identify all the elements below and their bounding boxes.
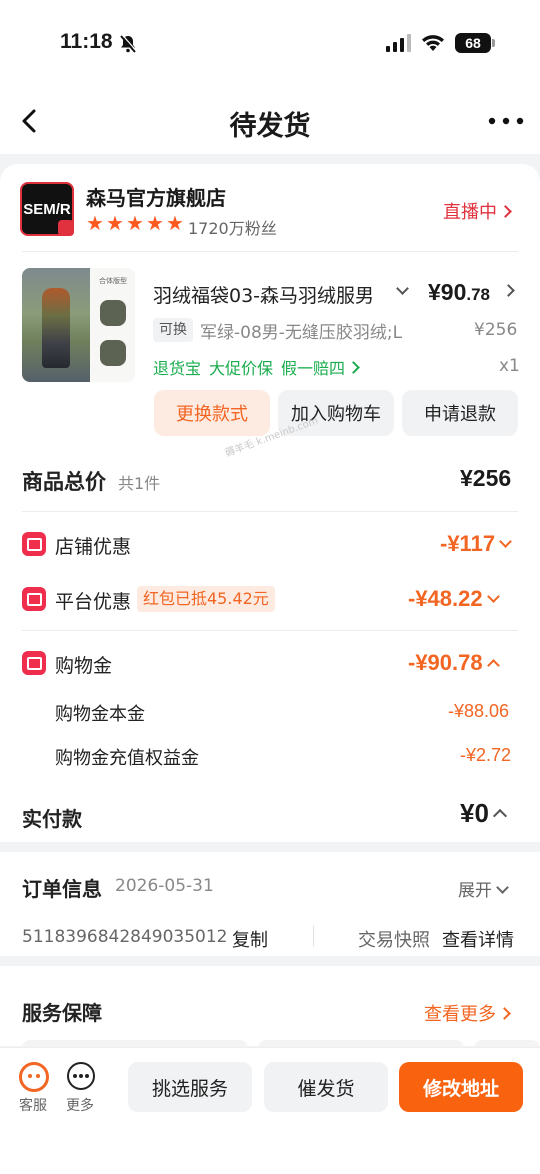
shop-logo[interactable]: SEM/R xyxy=(20,182,74,236)
original-price: ¥256 xyxy=(474,320,518,340)
paid-value[interactable]: ¥0 xyxy=(460,798,507,829)
order-card xyxy=(0,164,540,842)
divider xyxy=(22,251,518,252)
more-label[interactable]: 更多 xyxy=(66,1095,94,1115)
product-price: ¥90.78 xyxy=(428,279,491,305)
signal-icon xyxy=(386,34,411,52)
platform-discount-label: 平台优惠 xyxy=(55,591,132,613)
chevron-down-icon xyxy=(499,534,512,548)
snapshot-link[interactable]: 交易快照 xyxy=(358,926,430,952)
customer-service-icon[interactable] xyxy=(19,1062,49,1092)
shop-discount-icon xyxy=(22,532,46,556)
request-refund-button[interactable]: 申请退款 xyxy=(402,390,518,436)
product-spec: 军绿-08男-无缝压胶羽绒;L xyxy=(200,323,403,343)
shopping-money-value[interactable]: -¥90.78 xyxy=(408,650,500,676)
chevron-right-icon xyxy=(499,204,512,218)
product-image[interactable]: 合体版型 xyxy=(22,268,135,382)
status-time: 11:18 xyxy=(60,30,113,53)
principal-value: -¥88.06 xyxy=(448,701,510,721)
total-label: 商品总价 xyxy=(22,470,106,494)
customer-service-label[interactable]: 客服 xyxy=(19,1095,47,1115)
total-count: 共1件 xyxy=(118,474,161,493)
chevron-right-icon xyxy=(498,1006,511,1020)
star-icon: ★ xyxy=(106,211,124,235)
order-date: 2026-05-31 xyxy=(115,876,214,896)
change-style-button[interactable]: 更换款式 xyxy=(154,390,270,436)
view-detail-link[interactable]: 查看详情 xyxy=(442,926,514,952)
expand-link[interactable]: 展开 xyxy=(458,876,509,901)
order-info-label: 订单信息 xyxy=(22,877,102,901)
paid-label: 实付款 xyxy=(22,807,82,831)
nav-bar: 待发货 xyxy=(0,88,540,154)
chevron-up-icon xyxy=(492,809,507,824)
shop-name[interactable]: 森马官方旗舰店 xyxy=(86,182,226,211)
live-link[interactable]: 直播中 xyxy=(443,198,512,224)
shop-discount-value[interactable]: -¥117 xyxy=(440,531,512,557)
shop-rating: ★ ★ ★ ★ ★ xyxy=(86,213,186,233)
divider xyxy=(22,630,518,631)
chevron-up-icon xyxy=(486,658,500,672)
bonus-label: 购物金充值权益金 xyxy=(55,748,199,769)
chevron-down-icon xyxy=(486,589,500,603)
page-title: 待发货 xyxy=(229,111,311,142)
bonus-value: -¥2.72 xyxy=(460,745,512,765)
tag-fake-compensation: 假一赔四 xyxy=(281,359,346,378)
tag-price-protect: 大促价保 xyxy=(209,359,274,378)
chevron-right-icon xyxy=(347,361,360,374)
platform-discount-icon xyxy=(22,587,46,611)
shop-fans: 1720万粉丝 xyxy=(188,219,277,238)
wifi-icon xyxy=(422,35,444,51)
exchange-tag: 可换 xyxy=(153,318,193,342)
bell-muted-icon xyxy=(120,34,137,53)
product-quantity: x1 xyxy=(499,356,520,376)
shopping-money-icon xyxy=(22,651,46,675)
star-icon: ★ xyxy=(146,211,164,235)
service-label: 服务保障 xyxy=(22,1001,102,1025)
more-icon[interactable] xyxy=(67,1062,95,1090)
shop-discount-label: 店铺优惠 xyxy=(55,536,132,558)
urge-shipping-button[interactable]: 催发货 xyxy=(264,1062,388,1112)
product-title[interactable]: 羽绒福袋03-森马羽绒服男 xyxy=(153,281,385,308)
copy-button[interactable]: 复制 xyxy=(232,926,268,952)
tag-return: 退货宝 xyxy=(153,359,202,378)
star-icon: ★ xyxy=(166,211,184,235)
total-value: ¥256 xyxy=(460,465,512,491)
pick-service-button[interactable]: 挑选服务 xyxy=(128,1062,252,1112)
shopping-money-label: 购物金 xyxy=(55,655,113,677)
service-tags[interactable]: 退货宝 大促价保 假一赔四 xyxy=(153,355,366,379)
divider xyxy=(22,511,518,512)
more-options-icon[interactable] xyxy=(486,110,526,132)
battery-indicator: 68 xyxy=(455,33,495,53)
live-badge-icon xyxy=(58,220,74,236)
divider xyxy=(313,926,314,946)
change-address-button[interactable]: 修改地址 xyxy=(399,1062,523,1112)
view-more-link[interactable]: 查看更多 xyxy=(424,1000,511,1026)
redpack-badge: 红包已抵45.42元 xyxy=(137,586,275,612)
star-icon: ★ xyxy=(86,211,104,235)
platform-discount-value[interactable]: -¥48.22 xyxy=(408,586,500,612)
chevron-down-icon xyxy=(496,880,509,894)
principal-label: 购物金本金 xyxy=(55,704,145,725)
order-number: 5118396842849035012 xyxy=(22,927,228,947)
star-icon: ★ xyxy=(126,211,144,235)
